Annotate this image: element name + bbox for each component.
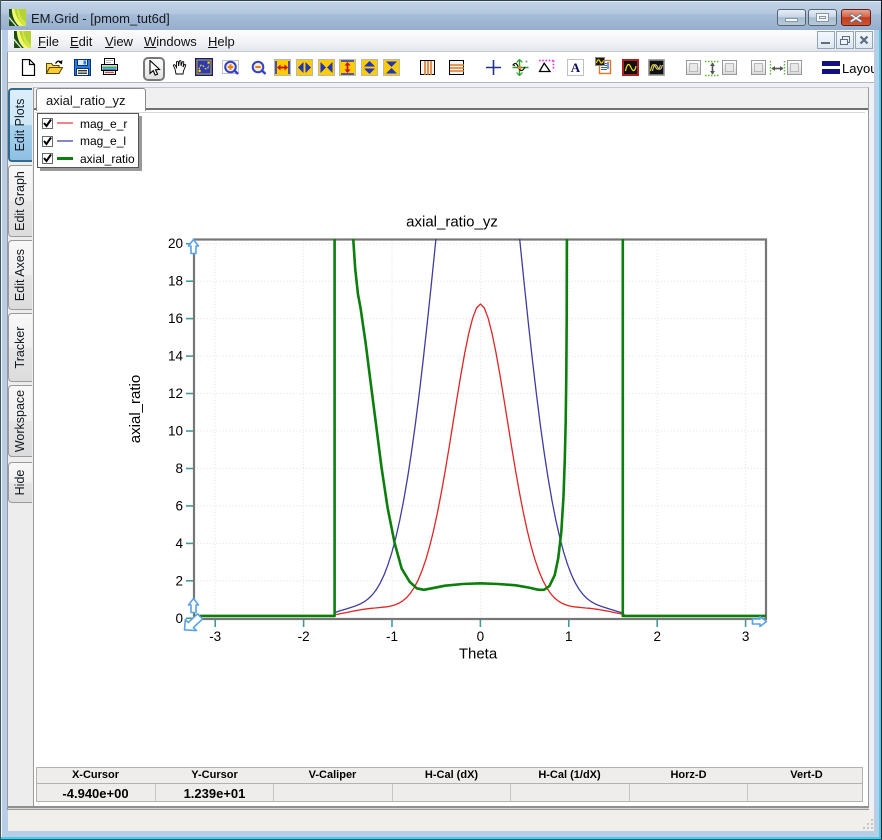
svg-text:2: 2 xyxy=(653,629,661,644)
svg-text:14: 14 xyxy=(168,349,184,364)
svg-text:0: 0 xyxy=(175,611,183,626)
svg-text:-1: -1 xyxy=(386,629,398,644)
svg-text:12: 12 xyxy=(168,386,183,401)
svg-text:4: 4 xyxy=(175,536,183,551)
svg-text:10: 10 xyxy=(168,424,183,439)
svg-text:18: 18 xyxy=(168,274,183,289)
svg-text:16: 16 xyxy=(168,311,183,326)
svg-text:1: 1 xyxy=(565,629,573,644)
svg-text:-2: -2 xyxy=(298,629,310,644)
svg-text:3: 3 xyxy=(742,629,750,644)
svg-text:Theta: Theta xyxy=(459,646,498,663)
svg-text:2: 2 xyxy=(175,573,183,588)
svg-text:8: 8 xyxy=(175,461,183,476)
svg-text:-3: -3 xyxy=(209,629,221,644)
svg-text:0: 0 xyxy=(477,629,485,644)
svg-text:axial_ratio: axial_ratio xyxy=(127,375,144,443)
svg-text:20: 20 xyxy=(168,236,183,251)
svg-text:6: 6 xyxy=(175,498,183,513)
svg-text:axial_ratio_yz: axial_ratio_yz xyxy=(406,214,498,231)
